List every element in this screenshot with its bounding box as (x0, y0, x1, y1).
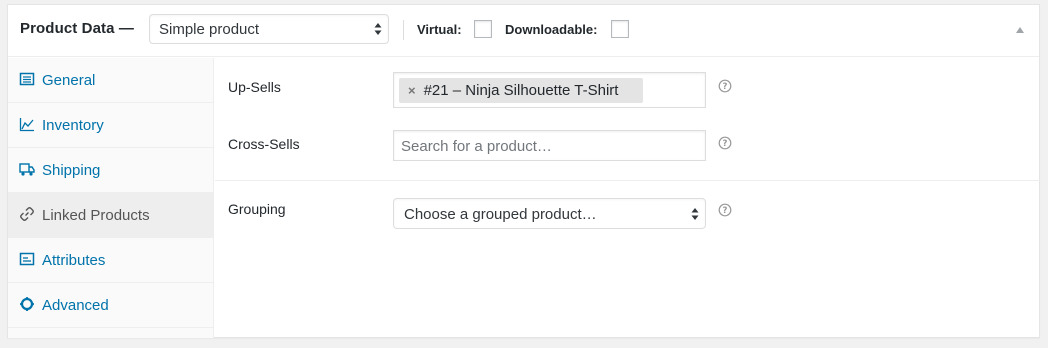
svg-text:?: ? (723, 82, 728, 92)
tab-attributes[interactable]: Attributes (8, 238, 213, 283)
remove-item-icon[interactable]: × (408, 83, 416, 98)
grouping-select-arrows-icon (691, 208, 699, 220)
product-data-tabs: General Inventory Shipping Linked Produc… (8, 58, 214, 338)
panel-header: Product Data — Simple product Virtual: D… (8, 5, 1039, 57)
svg-text:?: ? (723, 206, 728, 216)
grouping-label: Grouping (228, 201, 286, 217)
linked-products-panel: Up-Sells × #21 – Ninja Silhouette T-Shirt… (215, 58, 1040, 338)
crosssells-placeholder: Search for a product… (401, 138, 552, 155)
tab-shipping[interactable]: Shipping (8, 148, 213, 193)
product-data-panel: Product Data — Simple product Virtual: D… (7, 4, 1040, 338)
panel-title: Product Data — (20, 20, 134, 37)
inventory-icon (19, 118, 34, 132)
upsells-selected-label: #21 – Ninja Silhouette T-Shirt (423, 82, 619, 99)
shipping-truck-icon (19, 163, 35, 176)
grouping-help-icon[interactable]: ? (718, 203, 732, 217)
tab-advanced[interactable]: Advanced (8, 283, 213, 328)
tab-linked-products[interactable]: Linked Products (8, 193, 214, 238)
tab-shipping-label: Shipping (42, 162, 101, 179)
select-arrows-icon (374, 23, 382, 35)
svg-text:?: ? (723, 139, 728, 149)
tab-advanced-label: Advanced (42, 297, 109, 314)
crosssells-search-input[interactable]: Search for a product… (393, 130, 706, 161)
downloadable-label: Downloadable: (505, 22, 598, 37)
header-divider (403, 20, 404, 40)
tab-inventory[interactable]: Inventory (8, 103, 213, 148)
grouping-value: Choose a grouped product… (404, 206, 597, 223)
advanced-gear-icon (20, 297, 34, 311)
product-type-select[interactable]: Simple product (149, 14, 389, 44)
tab-attributes-label: Attributes (42, 252, 106, 269)
virtual-label: Virtual: (417, 22, 462, 37)
upsells-help-icon[interactable]: ? (718, 79, 732, 93)
crosssells-label: Cross-Sells (228, 136, 300, 152)
upsells-label: Up-Sells (228, 79, 281, 95)
upsells-input[interactable]: × #21 – Ninja Silhouette T-Shirt (393, 72, 706, 108)
crosssells-help-icon[interactable]: ? (718, 136, 732, 150)
tab-inventory-label: Inventory (42, 117, 104, 134)
upsells-selected-item: × #21 – Ninja Silhouette T-Shirt (399, 78, 643, 103)
general-icon (19, 72, 35, 86)
grouping-select[interactable]: Choose a grouped product… (393, 198, 706, 229)
product-type-value: Simple product (159, 21, 260, 38)
virtual-checkbox[interactable] (474, 20, 492, 38)
downloadable-checkbox[interactable] (611, 20, 629, 38)
link-icon (20, 207, 34, 221)
collapse-toggle-icon[interactable] (1016, 27, 1024, 33)
attributes-icon (19, 252, 35, 266)
section-divider (215, 180, 1040, 181)
tab-general-label: General (42, 72, 96, 89)
tab-linked-products-label: Linked Products (42, 207, 150, 224)
tab-general[interactable]: General (8, 58, 213, 103)
